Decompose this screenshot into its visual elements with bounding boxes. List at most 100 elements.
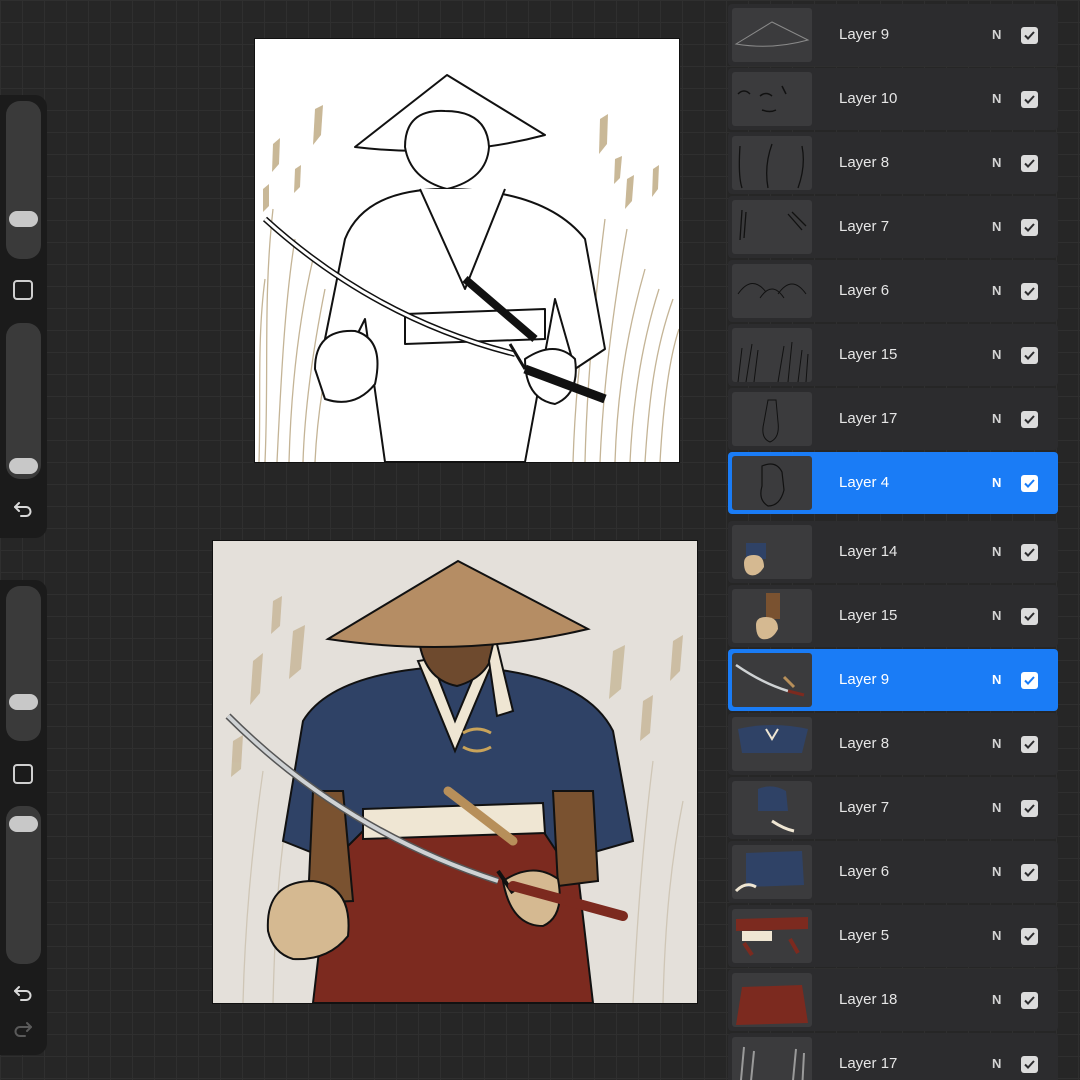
layer-thumbnail <box>732 456 812 510</box>
layer-row[interactable]: Layer 17 N <box>728 388 1058 450</box>
blend-mode-button[interactable]: N <box>992 800 1001 815</box>
layers-panel: Layer 9 N Layer 10 N Layer 8 N Layer 7 N… <box>728 0 1058 1080</box>
layer-name: Layer 6 <box>839 282 890 299</box>
visibility-checkbox[interactable] <box>1021 608 1038 625</box>
checkmark-icon <box>1024 31 1035 40</box>
brush-opacity-slider-knob[interactable] <box>9 816 38 832</box>
layer-name: Layer 8 <box>839 154 890 171</box>
blend-mode-button[interactable]: N <box>992 475 1001 490</box>
blend-mode-button[interactable]: N <box>992 1056 1001 1071</box>
visibility-checkbox[interactable] <box>1021 800 1038 817</box>
layer-name: Layer 15 <box>839 607 898 624</box>
layer-thumbnail <box>732 72 812 126</box>
undo-button[interactable] <box>10 497 36 521</box>
layer-row[interactable]: Layer 18 N <box>728 969 1058 1031</box>
blend-mode-button[interactable]: N <box>992 928 1001 943</box>
colored-canvas[interactable] <box>213 541 697 1003</box>
checkmark-icon <box>1024 548 1035 557</box>
layer-name: Layer 9 <box>839 26 890 43</box>
brush-opacity-slider-knob[interactable] <box>9 458 38 474</box>
visibility-checkbox[interactable] <box>1021 544 1038 561</box>
layer-name: Layer 9 <box>839 671 890 688</box>
brush-opacity-slider[interactable] <box>6 806 41 964</box>
undo-arrow-icon <box>14 502 32 517</box>
blend-mode-button[interactable]: N <box>992 283 1001 298</box>
layer-thumbnail <box>732 264 812 318</box>
visibility-checkbox[interactable] <box>1021 155 1038 172</box>
undo-button[interactable] <box>10 981 36 1005</box>
blend-mode-button[interactable]: N <box>992 736 1001 751</box>
layer-name: Layer 17 <box>839 410 898 427</box>
blend-mode-button[interactable]: N <box>992 347 1001 362</box>
blend-mode-button[interactable]: N <box>992 219 1001 234</box>
visibility-checkbox[interactable] <box>1021 928 1038 945</box>
layer-row[interactable]: Layer 10 N <box>728 68 1058 130</box>
redo-button[interactable] <box>10 1017 36 1041</box>
blend-mode-button[interactable]: N <box>992 608 1001 623</box>
brush-size-slider[interactable] <box>6 101 41 259</box>
layer-thumbnail <box>732 845 812 899</box>
blend-mode-button[interactable]: N <box>992 864 1001 879</box>
blend-mode-button[interactable]: N <box>992 992 1001 1007</box>
layer-name: Layer 8 <box>839 735 890 752</box>
blend-mode-button[interactable]: N <box>992 91 1001 106</box>
visibility-checkbox[interactable] <box>1021 672 1038 689</box>
checkmark-icon <box>1024 804 1035 813</box>
layer-name: Layer 10 <box>839 90 898 107</box>
layer-row[interactable]: Layer 15 N <box>728 324 1058 386</box>
layer-thumbnail <box>732 1037 812 1080</box>
layer-name: Layer 14 <box>839 543 898 560</box>
layer-name: Layer 6 <box>839 863 890 880</box>
layer-row[interactable]: Layer 14 N <box>728 521 1058 583</box>
brush-size-slider-knob[interactable] <box>9 694 38 710</box>
blend-mode-button[interactable]: N <box>992 411 1001 426</box>
layer-row[interactable]: Layer 15 N <box>728 585 1058 647</box>
brush-size-slider[interactable] <box>6 586 41 741</box>
modify-button[interactable] <box>13 280 33 300</box>
layer-row[interactable]: Layer 9 N <box>728 4 1058 66</box>
visibility-checkbox[interactable] <box>1021 347 1038 364</box>
visibility-checkbox[interactable] <box>1021 219 1038 236</box>
visibility-checkbox[interactable] <box>1021 27 1038 44</box>
checkmark-icon <box>1024 287 1035 296</box>
layer-thumbnail <box>732 200 812 254</box>
visibility-checkbox[interactable] <box>1021 283 1038 300</box>
layer-name: Layer 7 <box>839 799 890 816</box>
layer-row[interactable]: Layer 8 N <box>728 132 1058 194</box>
checkmark-icon <box>1024 415 1035 424</box>
layer-row[interactable]: Layer 17 N <box>728 1033 1058 1080</box>
visibility-checkbox[interactable] <box>1021 992 1038 1009</box>
brush-opacity-slider[interactable] <box>6 323 41 479</box>
visibility-checkbox[interactable] <box>1021 864 1038 881</box>
modify-button[interactable] <box>13 764 33 784</box>
visibility-checkbox[interactable] <box>1021 91 1038 108</box>
blend-mode-button[interactable]: N <box>992 155 1001 170</box>
brush-size-slider-knob[interactable] <box>9 211 38 227</box>
layer-row[interactable]: Layer 7 N <box>728 777 1058 839</box>
layer-name: Layer 17 <box>839 1055 898 1072</box>
visibility-checkbox[interactable] <box>1021 736 1038 753</box>
layer-name: Layer 7 <box>839 218 890 235</box>
layer-name: Layer 4 <box>839 474 890 491</box>
layer-row-selected[interactable]: Layer 4 N <box>728 452 1058 514</box>
layer-row[interactable]: Layer 7 N <box>728 196 1058 258</box>
samurai-colored-illustration <box>213 541 697 1003</box>
layer-row[interactable]: Layer 5 N <box>728 905 1058 967</box>
layer-row-selected[interactable]: Layer 9 N <box>728 649 1058 711</box>
visibility-checkbox[interactable] <box>1021 1056 1038 1073</box>
layer-row[interactable]: Layer 6 N <box>728 260 1058 322</box>
layer-thumbnail <box>732 973 812 1027</box>
blend-mode-button[interactable]: N <box>992 544 1001 559</box>
layer-thumbnail <box>732 328 812 382</box>
visibility-checkbox[interactable] <box>1021 475 1038 492</box>
layer-thumbnail <box>732 8 812 62</box>
visibility-checkbox[interactable] <box>1021 411 1038 428</box>
checkmark-icon <box>1024 1060 1035 1069</box>
blend-mode-button[interactable]: N <box>992 672 1001 687</box>
checkmark-icon <box>1024 95 1035 104</box>
blend-mode-button[interactable]: N <box>992 27 1001 42</box>
checkmark-icon <box>1024 159 1035 168</box>
layer-row[interactable]: Layer 6 N <box>728 841 1058 903</box>
layer-row[interactable]: Layer 8 N <box>728 713 1058 775</box>
lineart-canvas[interactable] <box>255 39 679 462</box>
